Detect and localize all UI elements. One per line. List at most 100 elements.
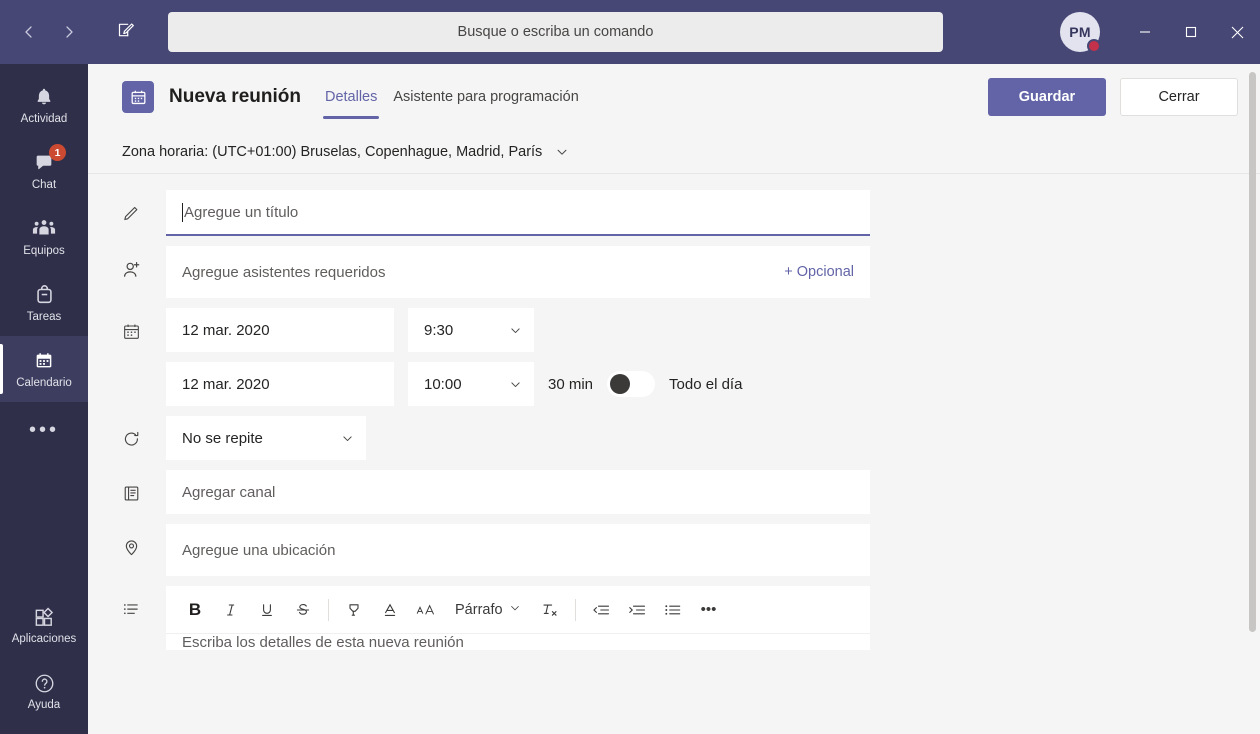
- tab-asistente-programacion[interactable]: Asistente para programación: [385, 64, 586, 130]
- end-time-value: 10:00: [424, 376, 462, 393]
- end-date-input[interactable]: 12 mar. 2020: [166, 362, 394, 406]
- location-input[interactable]: Agregue una ubicación: [166, 524, 870, 576]
- strikethrough-icon: [295, 602, 311, 618]
- underline-icon: [259, 602, 275, 618]
- form-row-attendees: Agregue asistentes requeridos + Opcional: [88, 246, 1260, 298]
- attendees-placeholder: Agregue asistentes requeridos: [182, 264, 385, 281]
- add-optional-attendees-button[interactable]: + Opcional: [784, 264, 854, 280]
- tab-detalles[interactable]: Detalles: [317, 64, 385, 130]
- search-placeholder: Busque o escriba un comando: [458, 24, 654, 40]
- decrease-indent-button[interactable]: [584, 593, 618, 627]
- bold-button[interactable]: B: [178, 593, 212, 627]
- minimize-icon: [1139, 26, 1151, 38]
- back-button[interactable]: [14, 17, 44, 47]
- repeat-value: No se repite: [182, 430, 263, 447]
- form-row-end: 12 mar. 2020 10:00 30 min Todo el día: [88, 362, 1260, 406]
- sidebar-item-help[interactable]: Ayuda: [0, 658, 88, 724]
- title-placeholder: Agregue un título: [184, 204, 298, 221]
- bell-icon: [33, 84, 55, 110]
- bulleted-list-icon: [664, 602, 682, 618]
- search-input[interactable]: Busque o escriba un comando: [168, 12, 943, 52]
- highlight-button[interactable]: [337, 593, 371, 627]
- font-color-icon: [382, 602, 398, 618]
- end-datetime-control: 12 mar. 2020 10:00 30 min Todo el día: [166, 362, 742, 406]
- form-row-title: Agregue un título: [88, 190, 1260, 236]
- sidebar-item-teams[interactable]: Equipos: [0, 204, 88, 270]
- form-row-description: B: [88, 586, 1260, 650]
- sidebar-item-chat[interactable]: 1 Chat: [0, 138, 88, 204]
- description-body-placeholder[interactable]: Escriba los detalles de esta nueva reuni…: [166, 634, 870, 650]
- font-size-button[interactable]: [409, 593, 443, 627]
- form-row-location: Agregue una ubicación: [88, 524, 1260, 576]
- location-pin-icon: [122, 524, 166, 557]
- sidebar-item-label: Actividad: [21, 113, 68, 126]
- sidebar-item-calendar[interactable]: Calendario: [0, 336, 88, 402]
- help-icon: [33, 670, 56, 696]
- app-body: Actividad 1 Chat Equipo: [0, 64, 1260, 734]
- editor-toolbar: B: [166, 586, 870, 634]
- start-time-select[interactable]: 9:30: [408, 308, 534, 352]
- meeting-calendar-icon: [122, 81, 154, 113]
- presence-status-badge: [1087, 39, 1101, 53]
- channel-input[interactable]: Agregar canal: [166, 470, 870, 514]
- strikethrough-button[interactable]: [286, 593, 320, 627]
- italic-button[interactable]: [214, 593, 248, 627]
- maximize-button[interactable]: [1168, 0, 1214, 64]
- font-color-button[interactable]: [373, 593, 407, 627]
- timezone-selector[interactable]: Zona horaria: (UTC+01:00) Bruselas, Cope…: [88, 130, 1260, 174]
- end-time-select[interactable]: 10:00: [408, 362, 534, 406]
- clear-format-button[interactable]: [533, 593, 567, 627]
- location-control: Agregue una ubicación: [166, 524, 870, 576]
- toolbar-separator: [575, 599, 576, 621]
- sidebar-item-label: Chat: [32, 179, 56, 192]
- underline-button[interactable]: [250, 593, 284, 627]
- schedule-calendar-icon: [122, 308, 166, 341]
- sidebar-item-label: Calendario: [16, 377, 72, 390]
- maximize-icon: [1185, 26, 1197, 38]
- forward-button[interactable]: [54, 17, 84, 47]
- toolbar-separator: [328, 599, 329, 621]
- chevron-right-icon: [61, 24, 77, 40]
- paragraph-style-button[interactable]: Párrafo: [445, 593, 531, 627]
- meeting-form-panel: Nueva reunión Detalles Asistente para pr…: [88, 64, 1260, 734]
- save-button[interactable]: Guardar: [988, 78, 1106, 116]
- meeting-actions: Guardar Cerrar: [988, 78, 1238, 116]
- chevron-down-icon[interactable]: [555, 145, 569, 159]
- calendar-icon: [33, 348, 55, 374]
- repeat-control: No se repite: [166, 416, 366, 460]
- scrollbar-thumb[interactable]: [1249, 72, 1256, 632]
- start-date-input[interactable]: 12 mar. 2020: [166, 308, 394, 352]
- sidebar-item-activity[interactable]: Actividad: [0, 72, 88, 138]
- sidebar-item-apps[interactable]: Aplicaciones: [0, 592, 88, 658]
- teams-icon: [32, 216, 56, 242]
- tasks-icon: [34, 282, 55, 308]
- form-row-repeat: No se repite: [88, 416, 1260, 460]
- compose-icon: [116, 20, 136, 45]
- increase-indent-icon: [628, 602, 646, 618]
- close-window-button[interactable]: [1214, 0, 1260, 64]
- compose-button[interactable]: [110, 16, 142, 48]
- rail-bottom-group: Aplicaciones Ayuda: [0, 592, 88, 734]
- repeat-select[interactable]: No se repite: [166, 416, 366, 460]
- vertical-scrollbar[interactable]: [1249, 72, 1256, 730]
- bulleted-list-button[interactable]: [656, 593, 690, 627]
- italic-icon: [223, 602, 239, 618]
- minimize-button[interactable]: [1122, 0, 1168, 64]
- title-input[interactable]: Agregue un título: [166, 190, 870, 236]
- increase-indent-button[interactable]: [620, 593, 654, 627]
- apps-icon: [33, 604, 56, 630]
- avatar[interactable]: PM: [1060, 12, 1100, 52]
- pencil-icon: [122, 190, 166, 223]
- cancel-button[interactable]: Cerrar: [1120, 78, 1238, 116]
- sidebar-more-apps-button[interactable]: •••: [0, 402, 88, 458]
- all-day-toggle[interactable]: [607, 371, 655, 397]
- more-options-button[interactable]: •••: [692, 593, 726, 627]
- add-person-icon: [122, 246, 166, 280]
- attendees-input[interactable]: Agregue asistentes requeridos + Opcional: [166, 246, 870, 298]
- title-control: Agregue un título: [166, 190, 870, 236]
- meeting-header: Nueva reunión Detalles Asistente para pr…: [88, 64, 1260, 130]
- sidebar-item-tasks[interactable]: Tareas: [0, 270, 88, 336]
- meeting-form: Agregue un título: [88, 174, 1260, 734]
- left-navigation-rail: Actividad 1 Chat Equipo: [0, 64, 88, 734]
- channel-icon: [122, 470, 166, 503]
